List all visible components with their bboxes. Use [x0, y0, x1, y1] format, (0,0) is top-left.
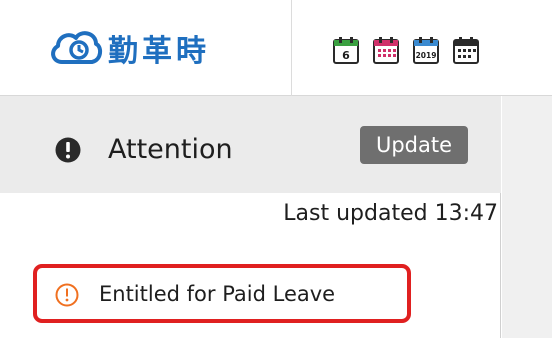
- calendar-grid-icon[interactable]: [453, 36, 479, 64]
- update-button[interactable]: Update: [360, 126, 468, 164]
- warning-circle-icon: [55, 283, 79, 307]
- calendar-year-label: 2019: [416, 51, 437, 60]
- calendar-month-icon[interactable]: [373, 36, 399, 64]
- calendar-day-icon[interactable]: 6: [333, 36, 359, 64]
- attention-panel: Attention Update Last updated 13:47 Enti…: [0, 96, 501, 338]
- last-updated-text: Last updated 13:47: [283, 201, 498, 226]
- main-content-area: [502, 96, 552, 338]
- attention-header: Attention Update: [0, 96, 501, 193]
- alert-label: Entitled for Paid Leave: [99, 282, 336, 306]
- app-logo[interactable]: 勤革時: [48, 26, 210, 70]
- calendar-day-label: 6: [342, 49, 350, 62]
- cloud-clock-icon: [51, 31, 103, 64]
- exclamation-circle-icon: [55, 137, 81, 163]
- alert-item-paid-leave[interactable]: Entitled for Paid Leave: [33, 264, 411, 323]
- calendar-year-icon[interactable]: 2019: [413, 36, 439, 64]
- top-bar: 勤革時 6 2019: [0, 0, 552, 96]
- topbar-divider: [291, 0, 292, 96]
- attention-title: Attention: [108, 134, 233, 165]
- logo-text: 勤革時: [108, 34, 210, 69]
